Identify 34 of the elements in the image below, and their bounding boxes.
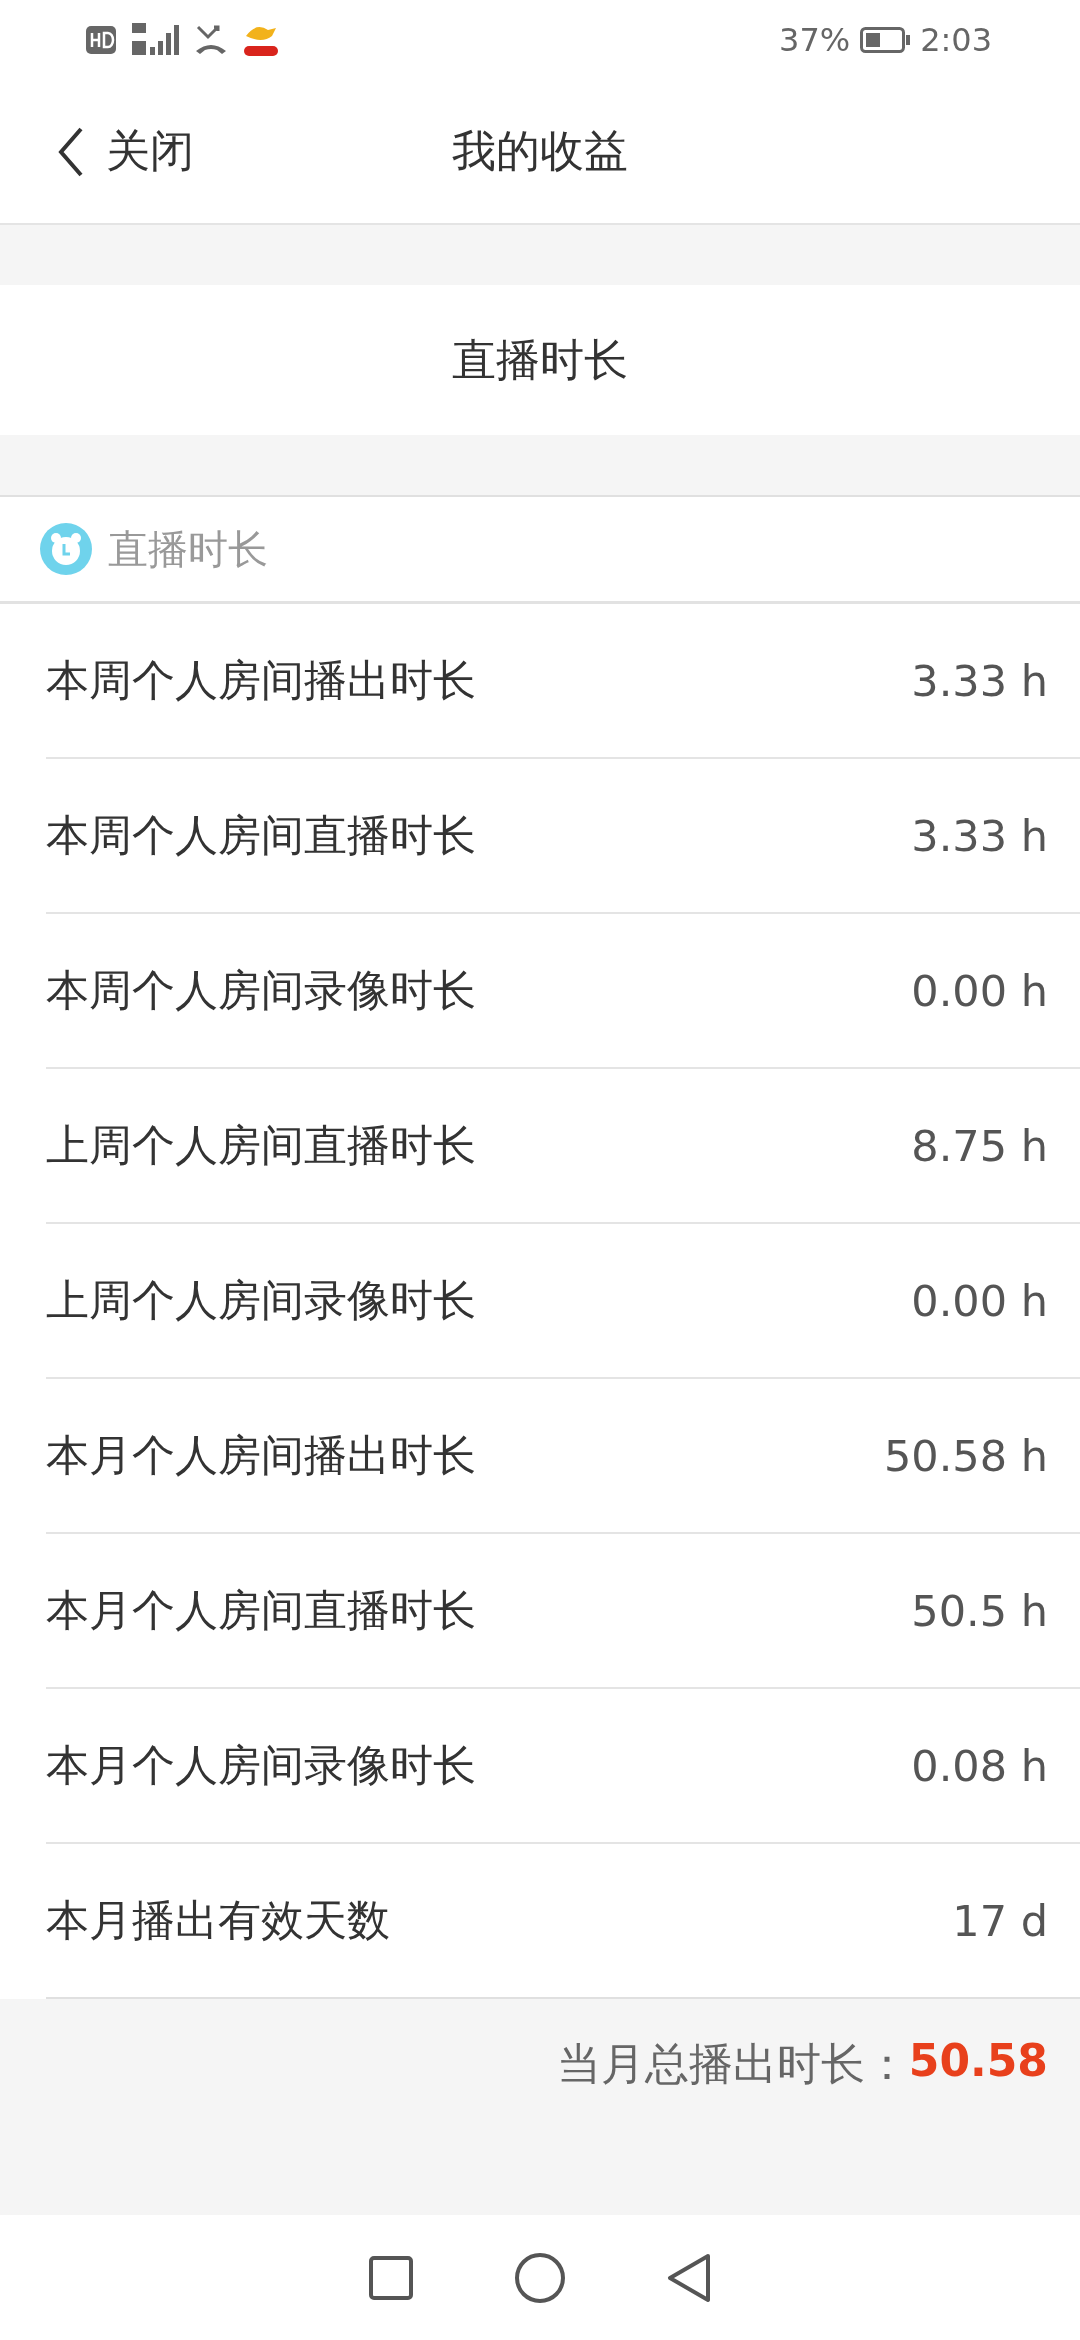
row-value: 50.58 h <box>883 1430 1048 1481</box>
row-label: 上周个人房间录像时长 <box>46 1273 476 1327</box>
row-value: 0.00 h <box>911 965 1048 1016</box>
battery-percent: 37% <box>779 21 851 59</box>
row-value: 0.08 h <box>911 1740 1048 1791</box>
battery-icon <box>860 27 911 53</box>
section-title: 直播时长 <box>108 524 268 574</box>
recents-button[interactable] <box>368 2254 414 2301</box>
banner-title: 直播时长 <box>452 332 628 387</box>
clock-time: 2:03 <box>920 21 992 59</box>
row-label: 本周个人房间播出时长 <box>46 653 476 707</box>
total-label: 当月总播出时长： <box>556 2037 909 2091</box>
alarm-clock-icon <box>40 523 92 575</box>
row-label: 本月个人房间录像时长 <box>46 1738 476 1792</box>
close-button[interactable]: 关闭 <box>58 122 194 181</box>
row-value: 8.75 h <box>911 1120 1048 1171</box>
row-label: 本月播出有效天数 <box>46 1893 390 1947</box>
row-value: 50.5 h <box>911 1585 1048 1636</box>
row-label: 本月个人房间播出时长 <box>46 1428 476 1482</box>
row-value: 3.33 h <box>911 655 1048 706</box>
back-chevron-icon <box>58 126 84 177</box>
row-label: 本周个人房间直播时长 <box>46 808 476 862</box>
row-label: 本月个人房间直播时长 <box>46 1583 476 1637</box>
row-value: 3.33 h <box>911 810 1048 861</box>
row-label: 上周个人房间直播时长 <box>46 1118 476 1172</box>
home-button[interactable] <box>514 2251 566 2304</box>
back-button[interactable] <box>666 2252 712 2303</box>
row-value: 17 d <box>952 1895 1048 1946</box>
total-value: 50.58 <box>908 2035 1048 2086</box>
signal-icon <box>130 23 180 57</box>
page-title: 我的收益 <box>452 125 628 176</box>
hd-icon <box>86 26 116 54</box>
row-label: 本周个人房间录像时长 <box>46 963 476 1017</box>
row-value: 0.00 h <box>911 1275 1048 1326</box>
